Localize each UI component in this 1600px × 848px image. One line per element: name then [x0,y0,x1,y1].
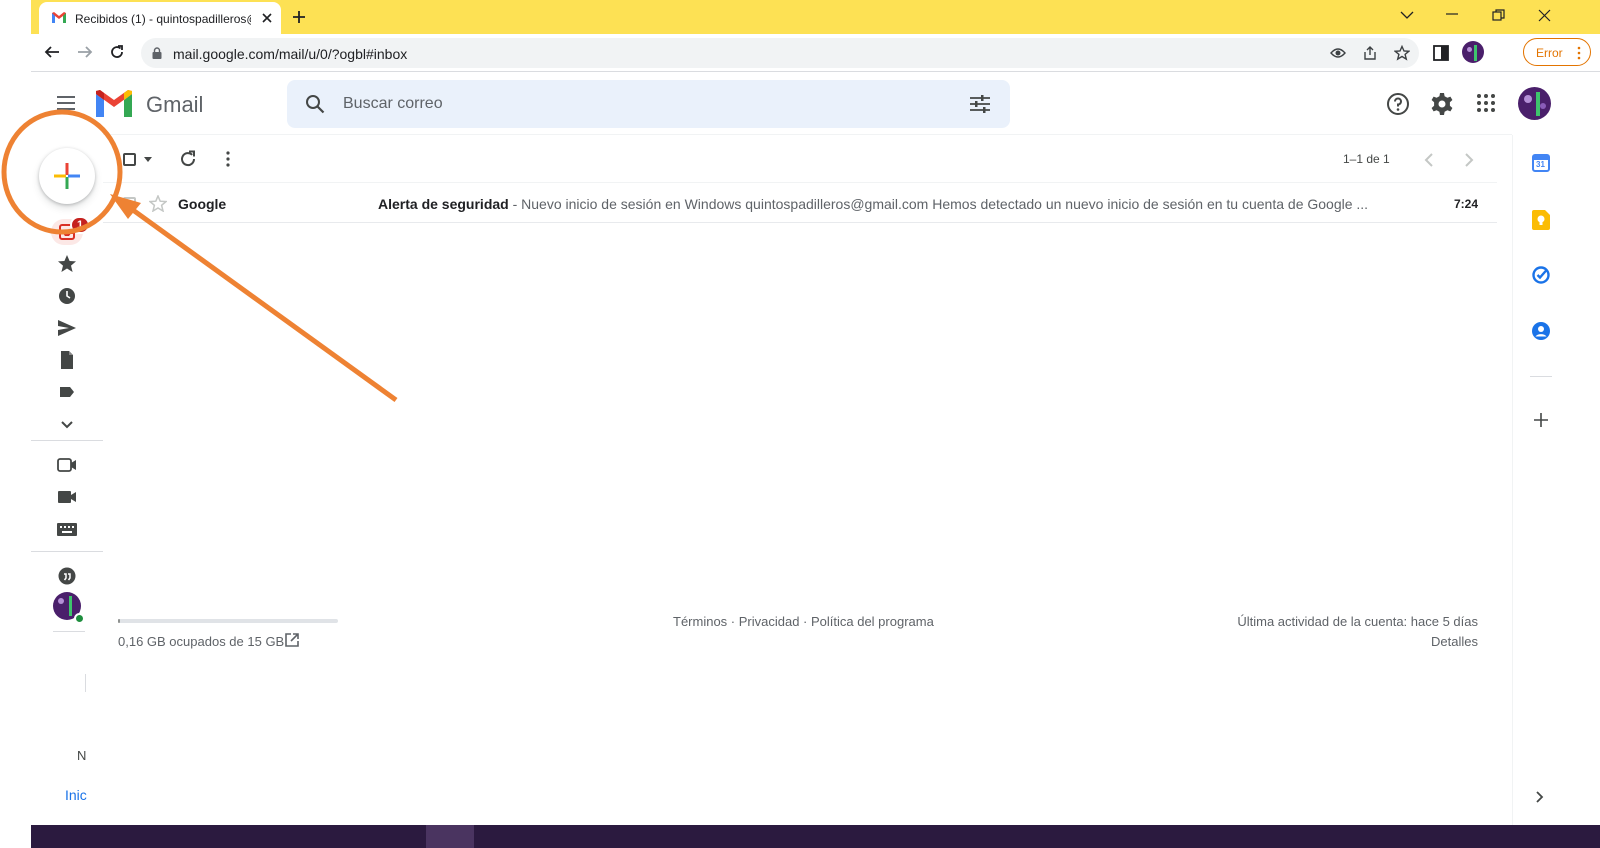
gmail-logo-icon[interactable] [96,90,132,117]
older-page-icon[interactable] [1464,153,1474,167]
last-activity-text: Última actividad de la cuenta: hace 5 dí… [1237,614,1478,629]
new-tab-icon[interactable] [292,10,306,24]
url-text: mail.google.com/mail/u/0/?ogbl#inbox [173,46,408,62]
rail-truncated-link[interactable]: Inic [65,787,87,803]
email-snippet: - Nuevo inicio de sesión en Windows quin… [508,196,1369,212]
email-subject: Alerta de seguridad [378,196,509,212]
storage-meter-fill [118,619,121,623]
compose-plus-icon [54,163,80,189]
browser-toolbar: mail.google.com/mail/u/0/?ogbl#inbox Err… [31,34,1600,72]
side-panel-divider [1512,135,1513,825]
rail-divider [53,631,85,632]
email-time: 7:24 [1454,197,1479,211]
close-window-icon[interactable] [1538,9,1551,22]
settings-gear-icon[interactable] [1430,92,1454,116]
reload-icon[interactable] [109,44,125,60]
more-options-icon[interactable] [226,151,230,167]
side-panel-icon[interactable] [1433,45,1449,61]
activity-details-link[interactable]: Detalles [1431,634,1478,649]
storage-usage-text: 0,16 GB ocupados de 15 GB [118,634,285,649]
refresh-icon[interactable] [179,150,197,168]
search-icon[interactable] [305,94,325,114]
minimize-icon[interactable] [1446,12,1458,16]
browser-tab-gmail[interactable]: Recibidos (1) - quintospadilleros@ [39,2,281,34]
close-tab-icon[interactable] [261,12,273,24]
keep-icon[interactable] [1532,210,1550,230]
newer-page-icon[interactable] [1424,153,1434,167]
show-side-panel-chevron-icon[interactable] [1536,791,1544,803]
expand-more-icon[interactable] [56,413,78,435]
snoozed-clock-icon[interactable] [56,285,78,307]
search-input[interactable] [343,92,943,116]
search-options-icon[interactable] [970,95,990,113]
main-menu-icon[interactable] [57,96,75,110]
os-taskbar [31,825,1600,848]
eye-icon[interactable] [1330,46,1346,60]
online-status-dot [74,613,85,624]
select-dropdown-icon[interactable] [144,157,152,162]
email-subject-line: Alerta de seguridad - Nuevo inicio de se… [378,196,1388,212]
restore-icon[interactable] [1492,9,1505,22]
help-icon[interactable] [1386,92,1410,116]
header-divider [103,134,1512,135]
email-checkbox[interactable] [123,197,136,210]
rail-divider [85,674,86,692]
storage-meter [118,619,338,623]
email-row[interactable]: Google Alerta de seguridad - Nuevo inici… [103,183,1497,223]
drafts-icon[interactable] [56,349,78,371]
account-avatar[interactable] [1518,87,1551,120]
get-addons-plus-icon[interactable] [1534,413,1548,427]
select-all-checkbox[interactable] [123,153,136,166]
tab-title: Recibidos (1) - quintospadilleros@ [75,12,251,26]
calendar-day: 31 [1536,160,1545,169]
lock-icon[interactable] [152,47,162,59]
forward-icon[interactable] [77,44,93,60]
calendar-icon[interactable]: 31 [1532,154,1550,172]
rail-truncated-text: N [77,748,87,763]
taskbar-active-item[interactable] [426,825,474,848]
back-icon[interactable] [44,44,60,60]
tab-search-icon[interactable] [1400,10,1414,20]
contacts-icon[interactable] [1532,322,1550,340]
google-apps-icon[interactable] [1477,94,1495,112]
starred-icon[interactable] [56,253,78,275]
error-label: Error [1536,46,1563,60]
sent-icon[interactable] [56,317,78,339]
email-sender: Google [178,196,227,212]
new-meeting-icon[interactable] [56,454,78,476]
rail-divider [31,551,103,552]
hangouts-quote-icon[interactable] [56,566,78,588]
gmail-favicon-icon [52,12,66,23]
profile-error-chip[interactable]: Error [1523,38,1591,66]
address-bar[interactable]: mail.google.com/mail/u/0/?ogbl#inbox [141,38,1419,68]
inbox-unread-badge: 1 [70,216,90,234]
kebab-menu-icon[interactable] [1577,46,1581,60]
browser-tab-strip: Recibidos (1) - quintospadilleros@ [31,0,1600,34]
compose-button[interactable] [39,148,95,204]
bookmark-star-icon[interactable] [1394,45,1410,61]
side-panel-separator [1530,376,1552,377]
share-icon[interactable] [1362,45,1378,61]
open-in-new-icon[interactable] [285,633,299,647]
gmail-wordmark: Gmail [146,92,204,117]
star-toggle-icon[interactable] [149,195,167,212]
join-meeting-video-icon[interactable] [56,486,78,508]
annotation-arrow-line [124,202,398,403]
profile-avatar[interactable] [1462,41,1484,63]
rail-divider [31,440,103,441]
search-bar[interactable] [287,80,1010,128]
keyboard-icon[interactable] [56,518,78,540]
label-icon[interactable] [56,381,78,403]
tasks-icon[interactable] [1532,266,1550,284]
footer-policy-links[interactable]: Términos · Privacidad · Política del pro… [673,614,934,629]
pagination-range: 1–1 de 1 [1343,152,1390,166]
